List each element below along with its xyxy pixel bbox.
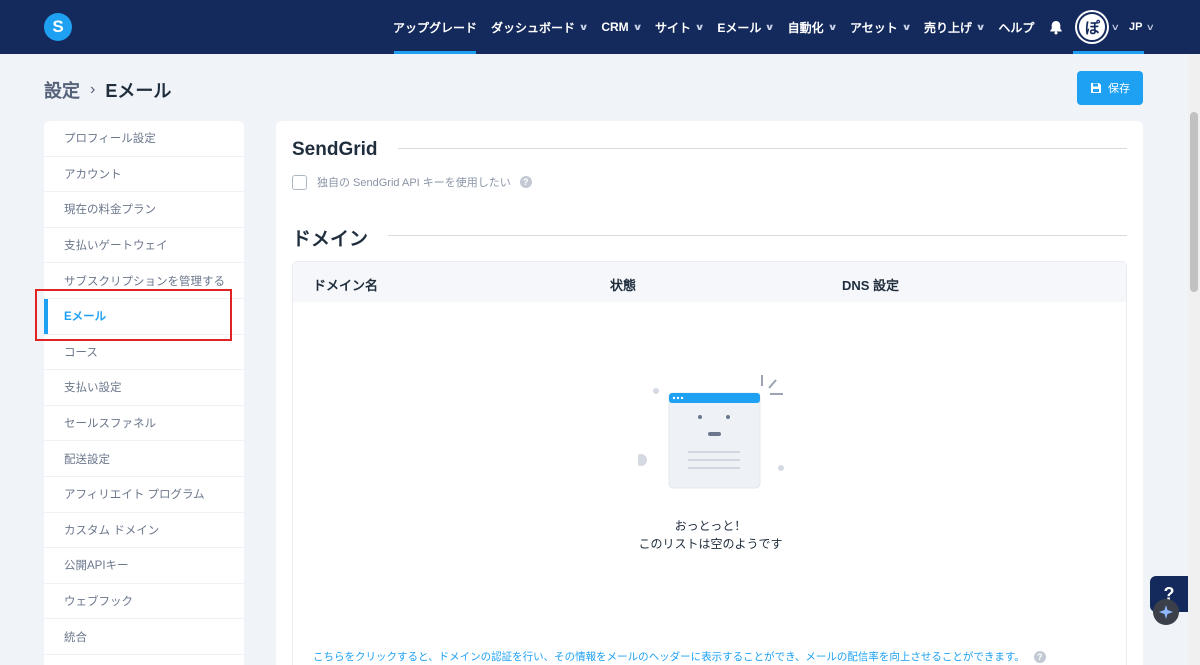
sidebar-item-custom-domain[interactable]: カスタム ドメイン (44, 513, 244, 549)
sendgrid-checkbox-label[interactable]: 独自の SendGrid API キーを使用したい (317, 174, 511, 190)
bell-icon[interactable] (1041, 20, 1071, 35)
scrollbar-thumb[interactable] (1190, 112, 1198, 292)
highlight-annotation (35, 289, 232, 341)
sidebar-item-account[interactable]: アカウント (44, 157, 244, 193)
question-icon[interactable]: ? (519, 176, 532, 188)
breadcrumb: 設定 › Eメール (44, 77, 171, 103)
nav-item-label: アセット (849, 20, 898, 35)
chevron-down-icon: ∨ (632, 21, 643, 32)
empty-state-title: おっとっと！ (674, 519, 747, 533)
chevron-down-icon: ∨ (827, 21, 838, 32)
divider (398, 148, 1127, 149)
chevron-down-icon: ∨ (578, 21, 589, 32)
save-icon (1091, 83, 1101, 93)
sidebar-item-shipping[interactable]: 配送設定 (44, 441, 244, 477)
user-menu[interactable]: ぽ ∨ JP ∨ (1071, 0, 1160, 54)
empty-state-message: このリストは空のようです (638, 537, 783, 551)
sendgrid-checkbox[interactable] (292, 174, 307, 190)
domain-verify-text[interactable]: こちらをクリックすると、ドメインの認証を行い、その情報をメールのヘッダーに表示す… (313, 649, 1025, 664)
chevron-right-icon: › (90, 81, 96, 98)
column-domain-name: ドメイン名 (313, 278, 379, 293)
nav-item-label: サイト (654, 20, 691, 35)
breadcrumb-settings[interactable]: 設定 (44, 77, 80, 103)
nav-item-email[interactable]: Eメール ∨ (710, 0, 780, 54)
page-scrollbar[interactable] (1188, 54, 1200, 665)
sidebar-item-profile[interactable]: プロフィール設定 (44, 121, 244, 157)
nav-item-assets[interactable]: アセット ∨ (843, 0, 917, 54)
save-button[interactable]: 保存 (1077, 71, 1143, 105)
divider (388, 235, 1127, 236)
save-button-label: 保存 (1108, 83, 1130, 95)
question-icon[interactable]: ? (1033, 650, 1046, 663)
nav-item-site[interactable]: サイト ∨ (648, 0, 710, 54)
sidebar-item-integrations[interactable]: 統合 (44, 619, 244, 655)
nav-item-label: 自動化 (787, 20, 824, 35)
breadcrumb-current: Eメール (105, 81, 172, 101)
chevron-down-icon: ∨ (1111, 21, 1121, 32)
column-status: 状態 (610, 278, 637, 293)
sendgrid-checkbox-row: 独自の SendGrid API キーを使用したい ? (292, 174, 532, 190)
sidebar-item-current-plan[interactable]: 現在の料金プラン (44, 192, 244, 228)
chevron-down-icon: ∨ (901, 21, 912, 32)
column-dns-settings: DNS 設定 (842, 278, 900, 293)
sendgrid-title: SendGrid (292, 139, 378, 160)
nav-item-label: ヘルプ (998, 20, 1035, 35)
sidebar-item-affiliate[interactable]: アフィリエイト プログラム (44, 477, 244, 513)
nav-item-label: アップグレード (393, 20, 478, 35)
sidebar-item-payment-settings[interactable]: 支払い設定 (44, 370, 244, 406)
nav-item-label: CRM (601, 20, 629, 34)
empty-list-illustration (638, 375, 784, 489)
chevron-down-icon: ∨ (764, 21, 776, 32)
chevron-down-icon: ∨ (1146, 21, 1156, 32)
domain-table: ドメイン名 状態 DNS 設定 おっとっと！ このリストは空のようです こちらを… (292, 261, 1127, 665)
nav-item-label: Eメール (717, 20, 762, 35)
nav-item-crm[interactable]: CRM ∨ (594, 0, 648, 54)
sidebar-item-webhook[interactable]: ウェブフック (44, 584, 244, 620)
nav-item-help[interactable]: ヘルプ (991, 0, 1041, 54)
sidebar-item-api-key[interactable]: 公開APIキー (44, 548, 244, 584)
top-nav: S アップグレード ダッシュボード ∨ CRM ∨ サイト ∨ Eメール ∨ 自動化 ∨ … (0, 0, 1200, 54)
app-logo[interactable]: S (44, 13, 72, 41)
nav-item-label: 売り上げ (924, 20, 973, 35)
sparkle-icon[interactable] (1153, 599, 1179, 625)
sidebar-item-sales-funnel[interactable]: セールスファネル (44, 406, 244, 442)
domain-title: ドメイン (292, 229, 369, 250)
chevron-down-icon: ∨ (694, 21, 705, 32)
nav-item-sales[interactable]: 売り上げ ∨ (917, 0, 991, 54)
domain-verify-link[interactable]: こちらをクリックすると、ドメインの認証を行い、その情報をメールのヘッダーに表示す… (313, 649, 1046, 664)
language-selector[interactable]: JP (1119, 21, 1142, 33)
sidebar-item-payment-gateway[interactable]: 支払いゲートウェイ (44, 228, 244, 264)
email-settings-card: SendGrid 独自の SendGrid API キーを使用したい ? ドメイ… (276, 121, 1143, 665)
chevron-down-icon: ∨ (975, 21, 986, 32)
nav-item-automation[interactable]: 自動化 ∨ (781, 0, 843, 54)
table-header: ドメイン名 状態 DNS 設定 (293, 262, 1126, 302)
nav-item-label: ダッシュボード (491, 20, 576, 35)
avatar[interactable]: ぽ (1077, 12, 1108, 42)
nav-item-upgrade[interactable]: アップグレード (386, 0, 484, 54)
nav-menu: アップグレード ダッシュボード ∨ CRM ∨ サイト ∨ Eメール ∨ 自動化 ∨ アセ… (386, 0, 1160, 54)
settings-sidebar: プロフィール設定 アカウント 現在の料金プラン 支払いゲートウェイ サブスクリプ… (44, 121, 244, 665)
nav-item-dashboard[interactable]: ダッシュボード ∨ (484, 0, 594, 54)
